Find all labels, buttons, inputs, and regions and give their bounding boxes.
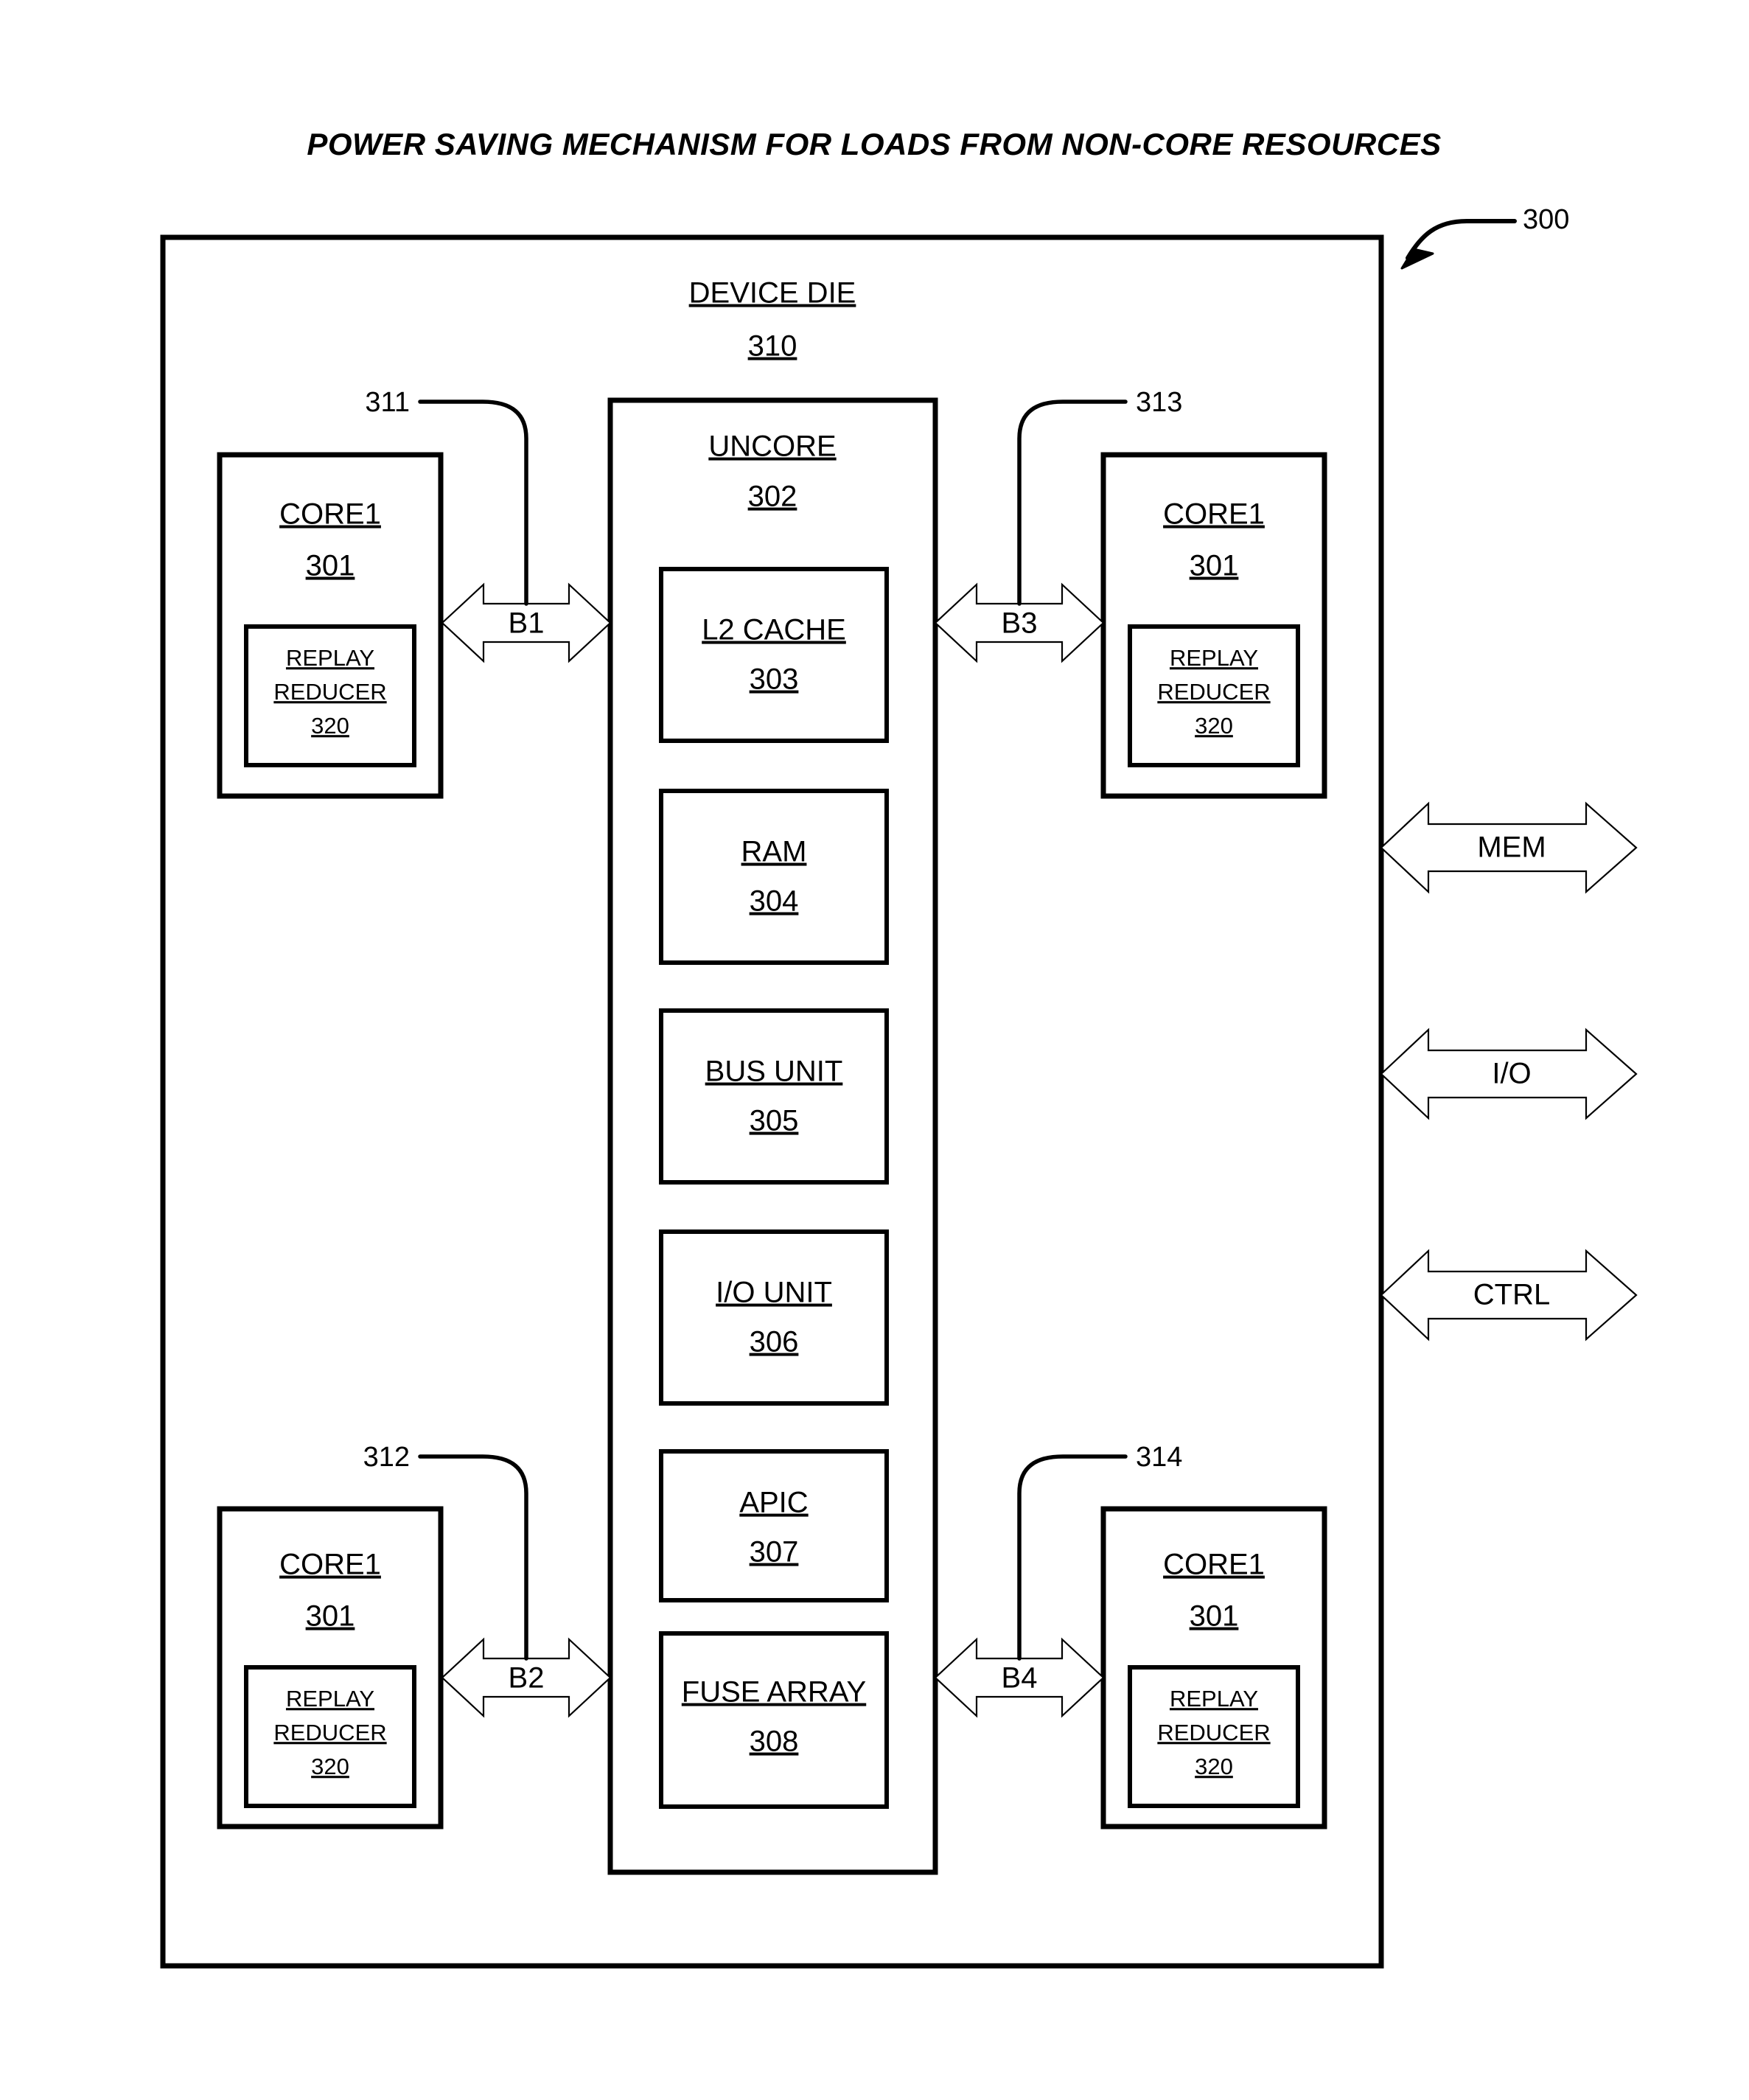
uncore-label: UNCORE: [708, 430, 836, 463]
fuse-array-label: FUSE ARRAY: [682, 1676, 866, 1709]
core-bottom-left-ref: 301: [306, 1600, 355, 1633]
core-top-right-replay-reducer-line2: REDUCER: [1157, 679, 1270, 705]
bus-b2-label: B2: [509, 1662, 545, 1695]
bus-b2: B2 312: [363, 1442, 612, 1718]
core-top-right: CORE1 301 REPLAY REDUCER 320: [1100, 452, 1327, 799]
core-top-left-replay-reducer-line2: REDUCER: [273, 679, 386, 705]
bus-b4: B4 314: [934, 1442, 1182, 1718]
core-bottom-right-ref: 301: [1190, 1600, 1239, 1633]
bus-b3-ref-leader-line: [1017, 400, 1128, 606]
l2-cache-box: [659, 567, 889, 743]
core-top-right-replay-reducer-ref: 320: [1195, 713, 1233, 739]
uncore-block-fuse-array: FUSE ARRAY 308: [659, 1631, 889, 1809]
core-top-left: CORE1 301 REPLAY REDUCER 320: [217, 452, 444, 799]
bus-unit-label: BUS UNIT: [705, 1056, 843, 1088]
core-bottom-left-label: CORE1: [279, 1549, 381, 1581]
core-bottom-right-replay-reducer-line2: REDUCER: [1157, 1720, 1270, 1745]
bus-b2-ref-leader-line: [418, 1454, 528, 1661]
core-top-right-replay-reducer-line1: REPLAY: [1170, 645, 1258, 671]
l2-cache-label: L2 CACHE: [702, 614, 846, 646]
bus-b1-label: B1: [509, 607, 545, 640]
figure-canvas: POWER SAVING MECHANISM FOR LOADS FROM NO…: [160, 127, 1638, 1969]
ram-box: [659, 789, 889, 965]
core-bottom-left-replay-reducer-ref: 320: [311, 1754, 349, 1779]
bus-b4-label: B4: [1002, 1662, 1038, 1695]
patent-figure: POWER SAVING MECHANISM FOR LOADS FROM NO…: [0, 0, 1749, 2100]
ram-ref: 304: [750, 885, 799, 918]
core-top-right-label: CORE1: [1163, 498, 1265, 531]
device-die-ref: 310: [748, 330, 797, 363]
io-label: I/O: [1492, 1058, 1531, 1090]
bus-unit-box: [659, 1008, 889, 1185]
apic-ref: 307: [750, 1536, 799, 1569]
core-bottom-right: CORE1 301 REPLAY REDUCER 320: [1100, 1506, 1327, 1829]
external-interface-mem: MEM: [1380, 801, 1638, 894]
uncore-block-ram: RAM 304: [659, 789, 889, 965]
core-bottom-right-replay-reducer-line1: REPLAY: [1170, 1686, 1258, 1712]
figure-ref-arrowhead-icon: [1400, 248, 1434, 270]
core-top-left-label: CORE1: [279, 498, 381, 531]
bus-b1: B1 311: [365, 387, 612, 663]
figure-title: POWER SAVING MECHANISM FOR LOADS FROM NO…: [307, 127, 1441, 161]
bus-b2-ref-label: 312: [363, 1442, 410, 1473]
external-interface-ctrl: CTRL: [1380, 1249, 1638, 1342]
io-unit-label: I/O UNIT: [716, 1277, 832, 1309]
figure-ref-label: 300: [1523, 204, 1569, 235]
bus-b3-ref-label: 313: [1136, 387, 1182, 418]
fuse-array-box: [659, 1631, 889, 1809]
bus-b1-ref-leader-line: [418, 400, 528, 606]
core-top-left-replay-reducer-line1: REPLAY: [286, 645, 374, 671]
device-die-label: DEVICE DIE: [689, 277, 856, 310]
core-bottom-right-replay-reducer-ref: 320: [1195, 1754, 1233, 1779]
mem-label: MEM: [1477, 831, 1546, 864]
core-bottom-right-label: CORE1: [1163, 1549, 1265, 1581]
core-top-right-ref: 301: [1190, 550, 1239, 582]
ctrl-label: CTRL: [1473, 1279, 1550, 1311]
io-unit-box: [659, 1229, 889, 1406]
bus-b3: B3 313: [934, 387, 1182, 663]
uncore-ref: 302: [748, 481, 797, 513]
uncore-block-l2-cache: L2 CACHE 303: [659, 567, 889, 743]
ram-label: RAM: [741, 836, 807, 868]
apic-label: APIC: [739, 1487, 808, 1519]
apic-box: [659, 1449, 889, 1602]
core-bottom-left: CORE1 301 REPLAY REDUCER 320: [217, 1506, 444, 1829]
bus-unit-ref: 305: [750, 1105, 799, 1137]
core-bottom-left-replay-reducer-line1: REPLAY: [286, 1686, 374, 1712]
uncore-block-bus-unit: BUS UNIT 305: [659, 1008, 889, 1185]
fuse-array-ref: 308: [750, 1726, 799, 1758]
bus-b1-ref-label: 311: [365, 387, 410, 418]
figure-ref-300-callout: 300: [1400, 204, 1569, 270]
io-unit-ref: 306: [750, 1326, 799, 1358]
uncore-block-apic: APIC 307: [659, 1449, 889, 1602]
core-top-left-ref: 301: [306, 550, 355, 582]
bus-b4-ref-label: 314: [1136, 1442, 1182, 1473]
external-interface-io: I/O: [1380, 1028, 1638, 1120]
uncore-block-io-unit: I/O UNIT 306: [659, 1229, 889, 1406]
l2-cache-ref: 303: [750, 663, 799, 696]
core-bottom-left-replay-reducer-line2: REDUCER: [273, 1720, 386, 1745]
bus-b4-ref-leader-line: [1017, 1454, 1128, 1661]
bus-b3-label: B3: [1002, 607, 1038, 640]
core-top-left-replay-reducer-ref: 320: [311, 713, 349, 739]
